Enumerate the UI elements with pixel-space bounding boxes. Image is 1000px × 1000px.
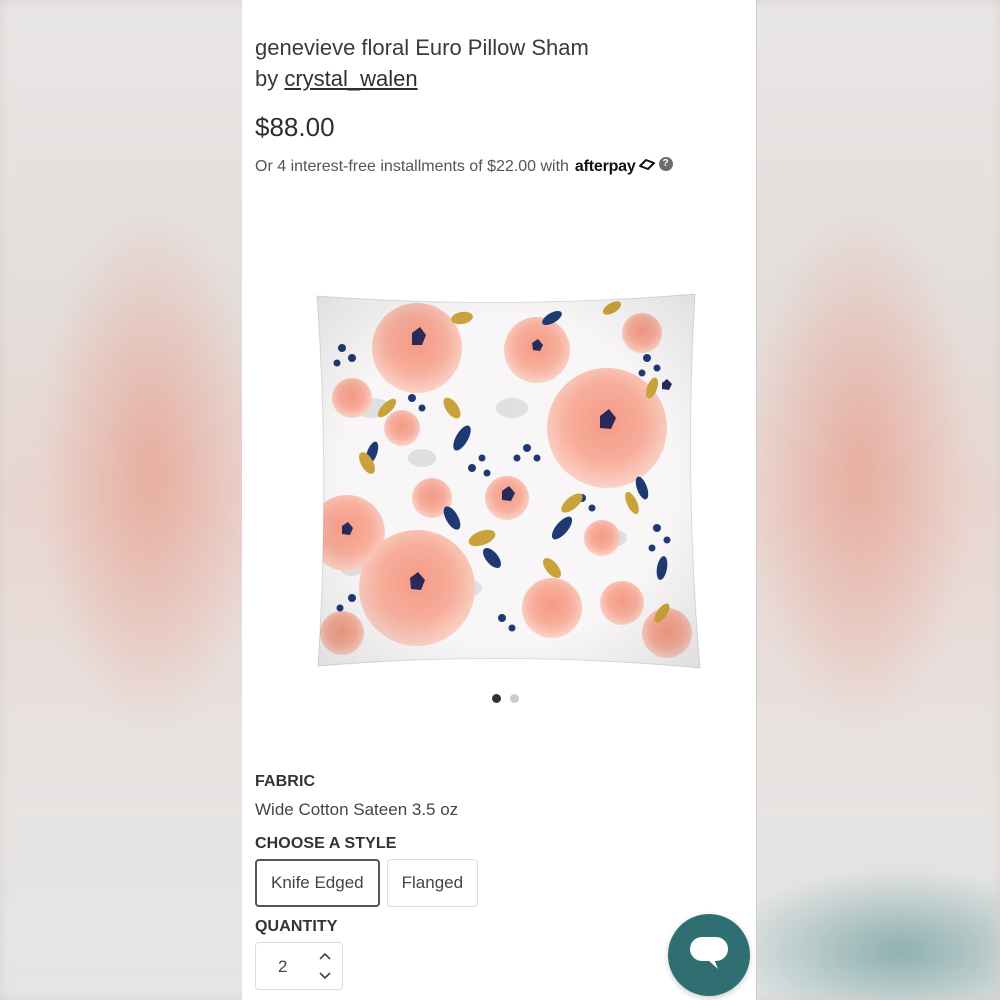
- author-byline: by crystal_walen: [255, 63, 735, 94]
- quantity-stepper[interactable]: 2: [255, 942, 343, 990]
- afterpay-logo: afterpay: [574, 157, 636, 175]
- author-link[interactable]: crystal_walen: [284, 66, 417, 91]
- product-title: genevieve floral Euro Pillow Sham: [255, 35, 589, 60]
- chevron-up-icon[interactable]: [318, 949, 332, 963]
- gallery-dots: [492, 694, 519, 703]
- product-price: $88.00: [255, 112, 335, 142]
- help-icon[interactable]: ?: [658, 156, 673, 171]
- afterpay-icon: [637, 157, 657, 176]
- style-option-knife-edged[interactable]: Knife Edged: [255, 859, 380, 907]
- fabric-value: Wide Cotton Sateen 3.5 oz: [255, 800, 459, 819]
- chat-button[interactable]: [668, 914, 750, 996]
- quantity-value[interactable]: 2: [278, 957, 287, 977]
- installments-text: Or 4 interest-free installments of $22.0…: [255, 157, 569, 175]
- gallery-dot-1[interactable]: [492, 694, 501, 703]
- product-title-block: genevieve floral Euro Pillow Sham by cry…: [255, 32, 735, 94]
- fabric-label: FABRIC: [255, 773, 316, 790]
- product-panel: genevieve floral Euro Pillow Sham by cry…: [242, 0, 757, 1000]
- chat-icon: [688, 935, 730, 976]
- quantity-label: QUANTITY: [255, 918, 338, 935]
- product-image[interactable]: [312, 288, 702, 673]
- gallery-dot-2[interactable]: [510, 694, 519, 703]
- installments-info: Or 4 interest-free installments of $22.0…: [255, 156, 673, 176]
- style-options: Knife Edged Flanged: [255, 859, 479, 907]
- by-prefix: by: [255, 66, 285, 91]
- style-label: CHOOSE A STYLE: [255, 835, 397, 852]
- style-option-flanged[interactable]: Flanged: [386, 859, 479, 907]
- chevron-down-icon[interactable]: [318, 969, 332, 983]
